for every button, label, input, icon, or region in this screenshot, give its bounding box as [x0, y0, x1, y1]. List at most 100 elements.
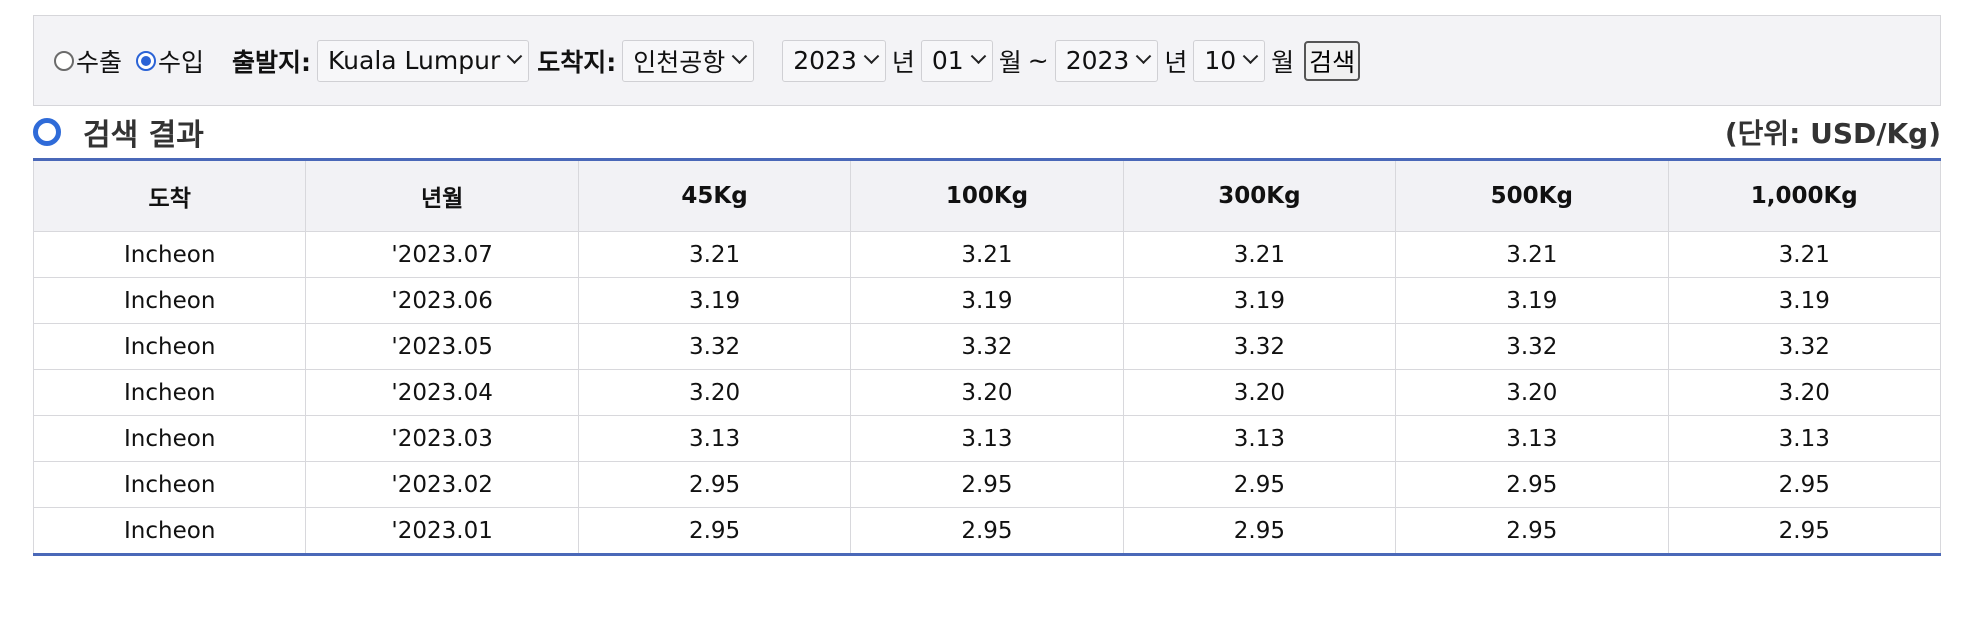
table-cell: 3.32 [1667, 323, 1942, 370]
table-cell: 3.20 [850, 369, 1124, 416]
table-cell: Incheon [32, 323, 307, 370]
table-cell: 2.95 [1395, 507, 1669, 555]
destination-select-value: 인천공항 [633, 47, 726, 77]
table-cell: 3.13 [850, 415, 1124, 462]
table-cell: '2023.06 [305, 277, 579, 324]
table-cell: 2.95 [850, 461, 1124, 508]
table-cell: Incheon [32, 415, 307, 462]
table-cell: 2.95 [1667, 507, 1942, 555]
table-row: Incheon '2023.01 2.95 2.95 2.95 2.95 2.95 [32, 507, 1942, 555]
table-cell: 3.21 [1667, 231, 1942, 278]
column-header-100kg: 100Kg [850, 159, 1124, 232]
table-cell: 3.19 [577, 277, 852, 324]
table-body: Incheon '2023.07 3.21 3.21 3.21 3.21 3.21 Inche… [32, 231, 1942, 555]
table-cell: 3.13 [577, 415, 852, 462]
table-cell: 3.20 [577, 369, 852, 416]
start-year-value: 2023 [793, 46, 857, 75]
column-header-1000kg: 1,000Kg [1667, 159, 1942, 232]
origin-label: 출발지: [232, 47, 312, 77]
unit-label: (단위: USD/Kg) [1724, 117, 1941, 150]
end-month-select[interactable]: 10 [1193, 39, 1266, 82]
search-bar: 수출 수입 출발지: Kuala Lumpur 도착지: 인천공항 2023 년… [33, 15, 1941, 106]
table-row: Incheon '2023.03 3.13 3.13 3.13 3.13 3.13 [32, 415, 1942, 462]
table-head: 도착 년월 45Kg 100Kg 300Kg 500Kg 1,000Kg [32, 159, 1942, 232]
table-cell: 3.32 [1395, 323, 1669, 370]
table-cell: 3.32 [1122, 323, 1397, 370]
end-year-select[interactable]: 2023 [1054, 39, 1159, 82]
table-cell: Incheon [32, 507, 307, 555]
origin-select-value: Kuala Lumpur [328, 46, 501, 75]
results-table: 도착 년월 45Kg 100Kg 300Kg 500Kg 1,000Kg Inc… [32, 158, 1942, 556]
start-month-value: 01 [931, 46, 964, 75]
table-cell: 3.19 [1122, 277, 1397, 324]
end-month-value: 10 [1204, 46, 1237, 75]
table-cell: 2.95 [1667, 461, 1942, 508]
table-cell: 3.19 [850, 277, 1124, 324]
table-cell: 3.21 [577, 231, 852, 278]
column-header-yearmonth: 년월 [305, 159, 579, 232]
chevron-down-icon [506, 48, 523, 65]
circle-bullet-icon [33, 118, 61, 146]
import-radio-option[interactable]: 수입 [136, 43, 204, 79]
chevron-down-icon [1242, 48, 1259, 65]
column-header-destination: 도착 [32, 159, 307, 232]
table-cell: 3.19 [1395, 277, 1669, 324]
table-row: Incheon '2023.05 3.32 3.32 3.32 3.32 3.32 [32, 323, 1942, 370]
table-cell: 2.95 [850, 507, 1124, 555]
results-title: 검색 결과 [83, 118, 204, 153]
export-radio-option[interactable]: 수출 [54, 43, 122, 79]
table-cell: 3.13 [1667, 415, 1942, 462]
end-month-unit: 월 [1271, 47, 1295, 77]
table-cell: '2023.02 [305, 461, 579, 508]
table-cell: '2023.07 [305, 231, 579, 278]
start-month-unit: 월 [998, 47, 1022, 77]
table-cell: '2023.01 [305, 507, 579, 555]
table-row: Incheon '2023.06 3.19 3.19 3.19 3.19 3.19 [32, 277, 1942, 324]
results-header: 검색 결과 (단위: USD/Kg) [33, 108, 1941, 156]
header-row: 도착 년월 45Kg 100Kg 300Kg 500Kg 1,000Kg [32, 159, 1942, 232]
table-row: Incheon '2023.04 3.20 3.20 3.20 3.20 3.20 [32, 369, 1942, 416]
export-radio[interactable] [54, 50, 74, 71]
table-row: Incheon '2023.07 3.21 3.21 3.21 3.21 3.21 [32, 231, 1942, 278]
range-separator: ~ [1027, 46, 1049, 75]
export-radio-label: 수출 [76, 47, 123, 77]
mode-radio-group: 수출 수입 [54, 43, 218, 79]
table-cell: 3.20 [1395, 369, 1669, 416]
end-year-value: 2023 [1065, 46, 1130, 75]
chevron-down-icon [863, 48, 880, 65]
chevron-down-icon [731, 48, 748, 65]
table-cell: 3.32 [850, 323, 1124, 370]
table-cell: 3.20 [1122, 369, 1397, 416]
table-cell: 2.95 [1395, 461, 1669, 508]
column-header-300kg: 300Kg [1122, 159, 1397, 232]
table-cell: 3.21 [850, 231, 1124, 278]
column-header-45kg: 45Kg [577, 159, 852, 232]
table-cell: 3.13 [1122, 415, 1397, 462]
start-month-select[interactable]: 01 [920, 39, 993, 82]
start-year-select[interactable]: 2023 [782, 39, 886, 82]
search-button[interactable]: 검색 [1304, 40, 1361, 81]
results-title-group: 검색 결과 [33, 110, 204, 154]
table-cell: '2023.04 [305, 369, 579, 416]
table-cell: '2023.05 [305, 323, 579, 370]
page: 수출 수입 출발지: Kuala Lumpur 도착지: 인천공항 2023 년… [0, 0, 1984, 618]
start-year-unit: 년 [891, 47, 915, 77]
table-cell: 3.21 [1395, 231, 1669, 278]
origin-select[interactable]: Kuala Lumpur [317, 39, 530, 82]
table-cell: 2.95 [1122, 461, 1397, 508]
table-cell: 2.95 [577, 507, 852, 555]
table-cell: 2.95 [577, 461, 852, 508]
table-cell: Incheon [32, 231, 307, 278]
table-cell: Incheon [32, 461, 307, 508]
table-row: Incheon '2023.02 2.95 2.95 2.95 2.95 2.95 [32, 461, 1942, 508]
table-cell: 3.13 [1395, 415, 1669, 462]
table-cell: '2023.03 [305, 415, 579, 462]
table-cell: Incheon [32, 369, 307, 416]
import-radio[interactable] [136, 50, 157, 71]
table-cell: Incheon [32, 277, 307, 324]
destination-select[interactable]: 인천공항 [622, 39, 755, 82]
column-header-500kg: 500Kg [1395, 159, 1669, 232]
chevron-down-icon [1136, 48, 1152, 65]
table-cell: 3.32 [577, 323, 852, 370]
destination-label: 도착지: [537, 47, 617, 77]
